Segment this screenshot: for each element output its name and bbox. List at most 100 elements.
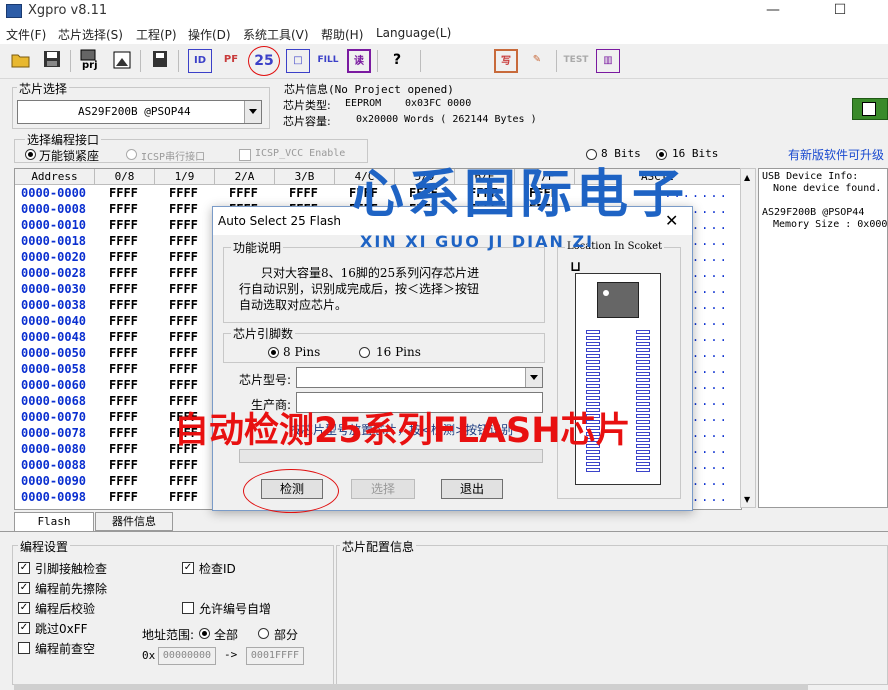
address-cell: 0000-0070 — [21, 410, 87, 424]
check-id-checkbox[interactable]: ✓ — [182, 562, 194, 574]
chip-icon[interactable]: ▥ — [596, 49, 620, 73]
hex-cell[interactable]: FFFF — [289, 186, 318, 200]
pins16-radio[interactable] — [359, 347, 370, 358]
auto-serial-checkbox[interactable] — [182, 602, 194, 614]
socket-pin — [636, 468, 650, 472]
menu-chip[interactable]: 芯片选择(S) — [58, 26, 123, 43]
hex-cell[interactable]: FFFF — [229, 186, 258, 200]
universal-socket-radio[interactable] — [25, 149, 36, 160]
hex-cell[interactable]: FFFF — [109, 186, 138, 200]
tab-device-info[interactable]: 器件信息 — [95, 512, 173, 531]
save-project-icon[interactable] — [111, 49, 135, 73]
grid-scrollbar[interactable]: ▲ ▼ — [740, 168, 756, 508]
hex-cell[interactable]: FFFF — [169, 490, 198, 504]
select-button[interactable]: 选择 — [351, 479, 415, 499]
hex-cell[interactable]: FFFF — [169, 378, 198, 392]
hex-cell[interactable]: FFFF — [169, 266, 198, 280]
hex-cell[interactable]: FFFF — [169, 362, 198, 376]
write-icon[interactable]: 写 — [494, 49, 518, 73]
hex-cell[interactable]: FFFF — [109, 458, 138, 472]
exit-button[interactable]: 退出 — [441, 479, 503, 499]
read-icon[interactable]: 读 — [347, 49, 371, 73]
chip-save-icon[interactable] — [148, 49, 172, 73]
chevron-down-icon[interactable] — [244, 101, 261, 123]
hex-cell[interactable]: FFFF — [169, 282, 198, 296]
range-part-radio[interactable] — [258, 628, 269, 639]
hex-cell[interactable]: FFFF — [109, 410, 138, 424]
menu-project[interactable]: 工程(P) — [136, 26, 177, 43]
fill-icon[interactable]: FILL — [316, 49, 340, 73]
menu-file[interactable]: 文件(F) — [6, 26, 46, 43]
menu-help[interactable]: 帮助(H) — [321, 26, 363, 43]
scroll-down-icon[interactable]: ▼ — [744, 495, 750, 504]
hex-cell[interactable]: FFFF — [109, 282, 138, 296]
hex-cell[interactable]: FFFF — [109, 490, 138, 504]
chip-select-label: 芯片选择 — [17, 80, 70, 97]
hex-cell[interactable]: FFFF — [109, 250, 138, 264]
menu-operate[interactable]: 操作(D) — [188, 26, 231, 43]
chip-config-group — [336, 545, 888, 685]
hex-cell[interactable]: FFFF — [109, 218, 138, 232]
hex-cell[interactable]: FFFF — [169, 250, 198, 264]
horizontal-scrollbar[interactable] — [14, 684, 808, 690]
hex-cell[interactable]: FFFF — [109, 314, 138, 328]
maximize-button[interactable]: ☐ — [817, 0, 863, 22]
hex-cell[interactable]: FFFF — [169, 458, 198, 472]
chip-id-icon[interactable]: ID — [188, 49, 212, 73]
chip-type-combo[interactable] — [296, 367, 543, 388]
addr-start-input[interactable]: 00000000 — [158, 647, 216, 665]
blank-check-checkbox[interactable] — [18, 642, 30, 654]
help-icon[interactable]: ? — [385, 49, 409, 73]
hex-cell[interactable]: FFFF — [109, 442, 138, 456]
update-link[interactable]: 有新版软件可升级 — [788, 146, 884, 163]
hex-cell[interactable]: FFFF — [169, 346, 198, 360]
hex-cell[interactable]: FFFF — [109, 394, 138, 408]
addr-end-input[interactable]: 0001FFFF — [246, 647, 304, 665]
hex-cell[interactable]: FFFF — [109, 202, 138, 216]
pin-check-checkbox[interactable]: ✓ — [18, 562, 30, 574]
hex-cell[interactable]: FFFF — [169, 218, 198, 232]
minimize-button[interactable]: — — [750, 0, 796, 22]
hex-cell[interactable]: FFFF — [109, 298, 138, 312]
hex-cell[interactable]: FFFF — [169, 330, 198, 344]
address-cell: 0000-0080 — [21, 442, 87, 456]
edit-icon[interactable]: ✎ — [525, 49, 549, 73]
pf-icon[interactable]: PF — [219, 49, 243, 73]
hex-cell[interactable]: FFFF — [169, 298, 198, 312]
tab-flash[interactable]: Flash — [14, 512, 94, 531]
icsp-label: ICSP串行接口 — [141, 152, 206, 163]
save-icon[interactable] — [40, 49, 64, 73]
scroll-up-icon[interactable]: ▲ — [744, 173, 750, 182]
hex-cell[interactable]: FFFF — [109, 378, 138, 392]
range-all-radio[interactable] — [199, 628, 210, 639]
auto-select-25-icon[interactable]: 25 — [248, 46, 280, 76]
skip-ff-checkbox[interactable]: ✓ — [18, 622, 30, 634]
menu-tools[interactable]: 系统工具(V) — [243, 26, 309, 43]
hex-cell[interactable]: FFFF — [109, 266, 138, 280]
chip-select-combo[interactable]: AS29F200B @PSOP44 — [17, 100, 262, 124]
hex-cell[interactable]: FFFF — [169, 202, 198, 216]
erase-before-checkbox[interactable]: ✓ — [18, 582, 30, 594]
address-cell: 0000-0058 — [21, 362, 87, 376]
hex-cell[interactable]: FFFF — [109, 474, 138, 488]
project-icon[interactable]: prj — [78, 49, 102, 73]
verify-after-checkbox[interactable]: ✓ — [18, 602, 30, 614]
hex-cell[interactable]: FFFF — [169, 314, 198, 328]
test-icon[interactable]: TEST — [562, 49, 590, 73]
hex-cell[interactable]: FFFF — [169, 234, 198, 248]
hex-cell[interactable]: FFFF — [169, 474, 198, 488]
open-folder-icon[interactable] — [9, 49, 33, 73]
hex-cell[interactable]: FFFF — [169, 186, 198, 200]
icsp-radio[interactable] — [126, 149, 137, 160]
menu-language[interactable]: Language(L) — [376, 26, 451, 40]
hex-cell[interactable]: FFFF — [109, 330, 138, 344]
hex-cell[interactable]: FFFF — [109, 362, 138, 376]
chip-copy-icon[interactable]: □ — [286, 49, 310, 73]
hex-cell[interactable]: FFFF — [109, 234, 138, 248]
socket-pin — [636, 384, 650, 388]
pins8-radio[interactable] — [268, 347, 279, 358]
icsp-vcc-checkbox[interactable] — [239, 149, 251, 161]
hex-cell[interactable]: FFFF — [109, 426, 138, 440]
hex-cell[interactable]: FFFF — [109, 346, 138, 360]
chevron-down-icon[interactable] — [525, 368, 542, 387]
